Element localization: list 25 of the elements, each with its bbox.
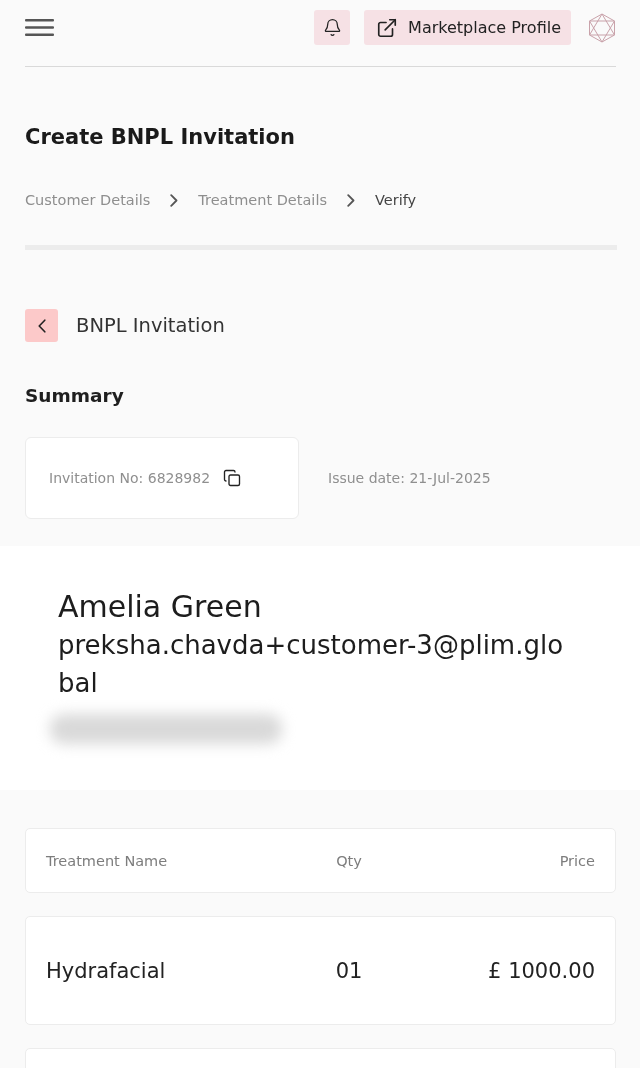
copy-button[interactable] xyxy=(222,468,243,488)
column-header: Treatment Name xyxy=(46,852,169,869)
page-title: Create BNPL Invitation xyxy=(25,124,296,151)
table-cell-text: 01 xyxy=(334,958,364,983)
invitation-number: Invitation No: 6828982 xyxy=(49,470,211,486)
customer-name: Amelia Green xyxy=(58,588,263,626)
summary-heading: Summary xyxy=(25,384,125,408)
chevron-right-icon xyxy=(347,193,355,207)
table-cell-text: £ 1000.00 xyxy=(487,958,595,983)
column-header: Qty xyxy=(335,852,363,869)
issue-date: Issue date: 21-Jul-2025 xyxy=(328,470,491,486)
chevron-right-icon xyxy=(170,193,179,207)
table-cell-text: Hydrafacial xyxy=(46,958,167,983)
chevron-left-icon xyxy=(37,318,46,333)
marketplace-profile-button[interactable]: Marketplace Profile xyxy=(364,10,571,45)
breadcrumb-item[interactable]: Verify xyxy=(375,192,417,208)
back-button[interactable] xyxy=(25,309,58,342)
external-link-icon xyxy=(376,16,399,39)
copy-icon xyxy=(223,469,242,487)
section-title: BNPL Invitation xyxy=(76,314,225,337)
menu-icon[interactable] xyxy=(25,19,54,36)
column-header: Price xyxy=(558,852,595,869)
notification-button[interactable] xyxy=(314,10,351,45)
customer-email: preksha.chavda+customer-3@plim.global xyxy=(58,629,564,700)
bell-icon xyxy=(322,18,342,37)
